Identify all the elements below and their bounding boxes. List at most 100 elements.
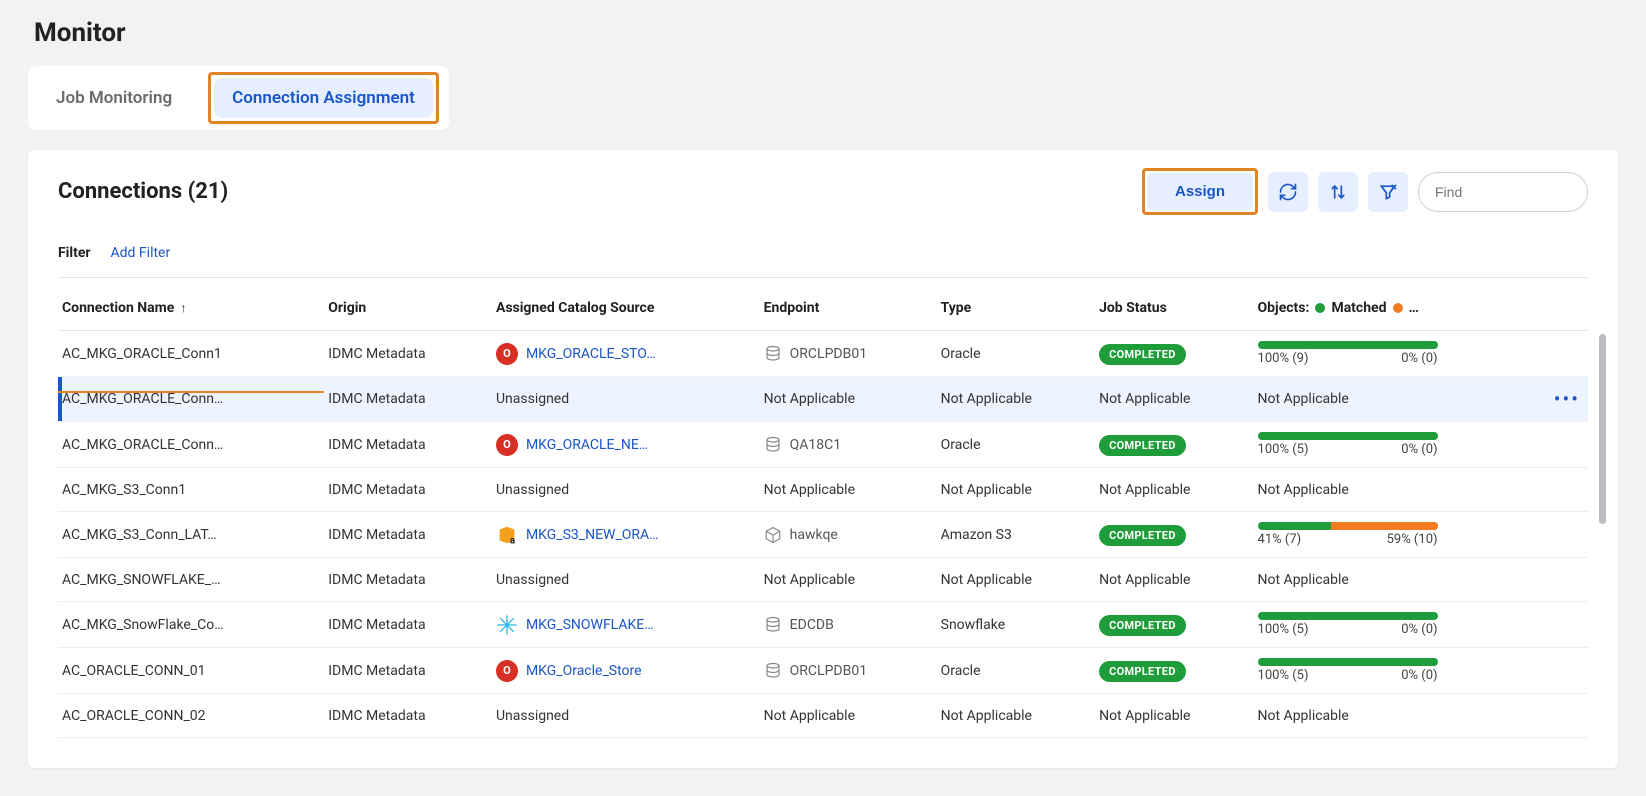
tab-connection-assignment[interactable]: Connection Assignment [214, 78, 433, 118]
type-cell: Not Applicable [937, 694, 1095, 738]
objects-progress-bar [1258, 658, 1438, 666]
source-cell: MKG_SNOWFLAKE… [492, 602, 760, 648]
connection-name-cell: AC_MKG_S3_Conn_LAT… [58, 512, 324, 558]
sort-button[interactable] [1318, 172, 1358, 212]
highlight-assign: Assign [1142, 168, 1258, 215]
connection-name-cell: AC_MKG_S3_Conn1 [58, 468, 324, 512]
job-status-cell: Not Applicable [1095, 694, 1253, 738]
filter-clear-button[interactable] [1368, 172, 1408, 212]
endpoint-cell: Not Applicable [760, 694, 937, 738]
find-input[interactable] [1418, 172, 1588, 212]
oracle-icon: O [496, 660, 518, 682]
add-filter-link[interactable]: Add Filter [111, 245, 171, 261]
objects-cell: 100% (5)0% (0) [1254, 648, 1548, 694]
s3-icon: a [496, 524, 518, 546]
table-row[interactable]: AC_MKG_ORACLE_Conn…IDMC MetadataUnassign… [58, 377, 1588, 422]
table-row[interactable]: AC_MKG_SNOWFLAKE_…IDMC MetadataUnassigne… [58, 558, 1588, 602]
origin-cell: IDMC Metadata [324, 468, 492, 512]
database-icon [764, 616, 782, 634]
endpoint-cell: Not Applicable [760, 468, 937, 512]
objects-progress-bar [1258, 522, 1438, 530]
col-origin[interactable]: Origin [324, 286, 492, 331]
sort-icon [1328, 182, 1348, 202]
type-cell: Amazon S3 [937, 512, 1095, 558]
highlight-connection-assignment: Connection Assignment [208, 72, 439, 124]
table-row[interactable]: AC_MKG_ORACLE_Conn…IDMC MetadataOMKG_ORA… [58, 422, 1588, 468]
catalog-source-link[interactable]: MKG_S3_NEW_ORA… [526, 527, 659, 543]
table-row[interactable]: AC_ORACLE_CONN_01IDMC MetadataOMKG_Oracl… [58, 648, 1588, 694]
source-cell: O MKG_Oracle_Store [492, 648, 760, 694]
origin-cell: IDMC Metadata [324, 602, 492, 648]
objects-cell: 100% (5)0% (0) [1254, 422, 1548, 468]
col-endpoint[interactable]: Endpoint [760, 286, 937, 331]
type-cell: Oracle [937, 331, 1095, 377]
endpoint-cell: Not Applicable [760, 558, 937, 602]
source-cell: Unassigned [492, 468, 760, 512]
origin-cell: IDMC Metadata [324, 648, 492, 694]
job-status-cell: Not Applicable [1095, 468, 1253, 512]
col-job-status[interactable]: Job Status [1095, 286, 1253, 331]
job-status-cell: COMPLETED [1095, 331, 1253, 377]
type-cell: Not Applicable [937, 377, 1095, 422]
matched-dot-icon [1315, 303, 1325, 313]
source-cell: O MKG_ORACLE_STO… [492, 331, 760, 377]
col-assigned-catalog-source[interactable]: Assigned Catalog Source [492, 286, 760, 331]
col-objects[interactable]: Objects: Matched … [1254, 286, 1548, 331]
objects-cell: Not Applicable [1254, 694, 1548, 738]
catalog-source-link[interactable]: MKG_SNOWFLAKE… [526, 617, 654, 633]
objects-progress-bar [1258, 612, 1438, 620]
refresh-icon [1278, 182, 1298, 202]
objects-cell: 100% (9)0% (0) [1254, 331, 1548, 377]
status-badge: COMPLETED [1099, 525, 1186, 546]
table-row[interactable]: AC_MKG_S3_Conn_LAT…IDMC MetadataaMKG_S3_… [58, 512, 1588, 558]
table-row[interactable]: AC_MKG_SnowFlake_Co…IDMC MetadataMKG_SNO… [58, 602, 1588, 648]
snowflake-icon [496, 614, 518, 636]
status-badge: COMPLETED [1099, 661, 1186, 682]
objects-cell: Not Applicable [1254, 377, 1548, 422]
table-row[interactable]: AC_MKG_S3_Conn1IDMC MetadataUnassignedNo… [58, 468, 1588, 512]
source-cell: O MKG_ORACLE_NE… [492, 422, 760, 468]
refresh-button[interactable] [1268, 172, 1308, 212]
row-actions-menu[interactable]: ••• [1554, 387, 1580, 411]
objects-cell: 41% (7)59% (10) [1254, 512, 1548, 558]
source-cell: Unassigned [492, 694, 760, 738]
oracle-icon: O [496, 343, 518, 365]
catalog-source-link[interactable]: MKG_ORACLE_NE… [526, 437, 648, 453]
connections-table: Connection Name↑ Origin Assigned Catalog… [58, 286, 1588, 738]
job-status-cell: Not Applicable [1095, 558, 1253, 602]
source-cell: Unassigned [492, 558, 760, 602]
objects-cell: 100% (5)0% (0) [1254, 602, 1548, 648]
connection-name-cell: AC_MKG_SNOWFLAKE_… [58, 558, 324, 602]
type-cell: Snowflake [937, 602, 1095, 648]
scrollbar[interactable] [1599, 334, 1606, 524]
endpoint-cell: ORCLPDB01 [760, 331, 937, 377]
connections-panel: Connections (21) Assign Filter Add Filt [28, 150, 1618, 768]
job-status-cell: COMPLETED [1095, 602, 1253, 648]
endpoint-cell: hawkqe [760, 512, 937, 558]
status-badge: COMPLETED [1099, 435, 1186, 456]
origin-cell: IDMC Metadata [324, 331, 492, 377]
endpoint-cell: Not Applicable [760, 377, 937, 422]
col-connection-name[interactable]: Connection Name↑ [58, 286, 324, 331]
table-row[interactable]: AC_ORACLE_CONN_02IDMC MetadataUnassigned… [58, 694, 1588, 738]
database-icon [764, 436, 782, 454]
oracle-icon: O [496, 434, 518, 456]
catalog-source-link[interactable]: MKG_ORACLE_STO… [526, 346, 656, 362]
tab-job-monitoring[interactable]: Job Monitoring [38, 78, 190, 118]
status-badge: COMPLETED [1099, 344, 1186, 365]
objects-cell: Not Applicable [1254, 468, 1548, 512]
connection-name-cell: AC_ORACLE_CONN_02 [58, 694, 324, 738]
assign-button[interactable]: Assign [1147, 173, 1253, 210]
origin-cell: IDMC Metadata [324, 377, 492, 422]
connection-name-cell: AC_MKG_ORACLE_Conn… [58, 377, 324, 422]
endpoint-cell: ORCLPDB01 [760, 648, 937, 694]
catalog-source-link[interactable]: MKG_Oracle_Store [526, 663, 642, 679]
type-cell: Oracle [937, 422, 1095, 468]
table-row[interactable]: AC_MKG_ORACLE_Conn1IDMC MetadataOMKG_ORA… [58, 331, 1588, 377]
connection-name-cell: AC_MKG_ORACLE_Conn… [58, 422, 324, 468]
job-status-cell: Not Applicable [1095, 377, 1253, 422]
source-cell: Unassigned [492, 377, 760, 422]
endpoint-cell: QA18C1 [760, 422, 937, 468]
row-highlight [58, 391, 324, 422]
col-type[interactable]: Type [937, 286, 1095, 331]
